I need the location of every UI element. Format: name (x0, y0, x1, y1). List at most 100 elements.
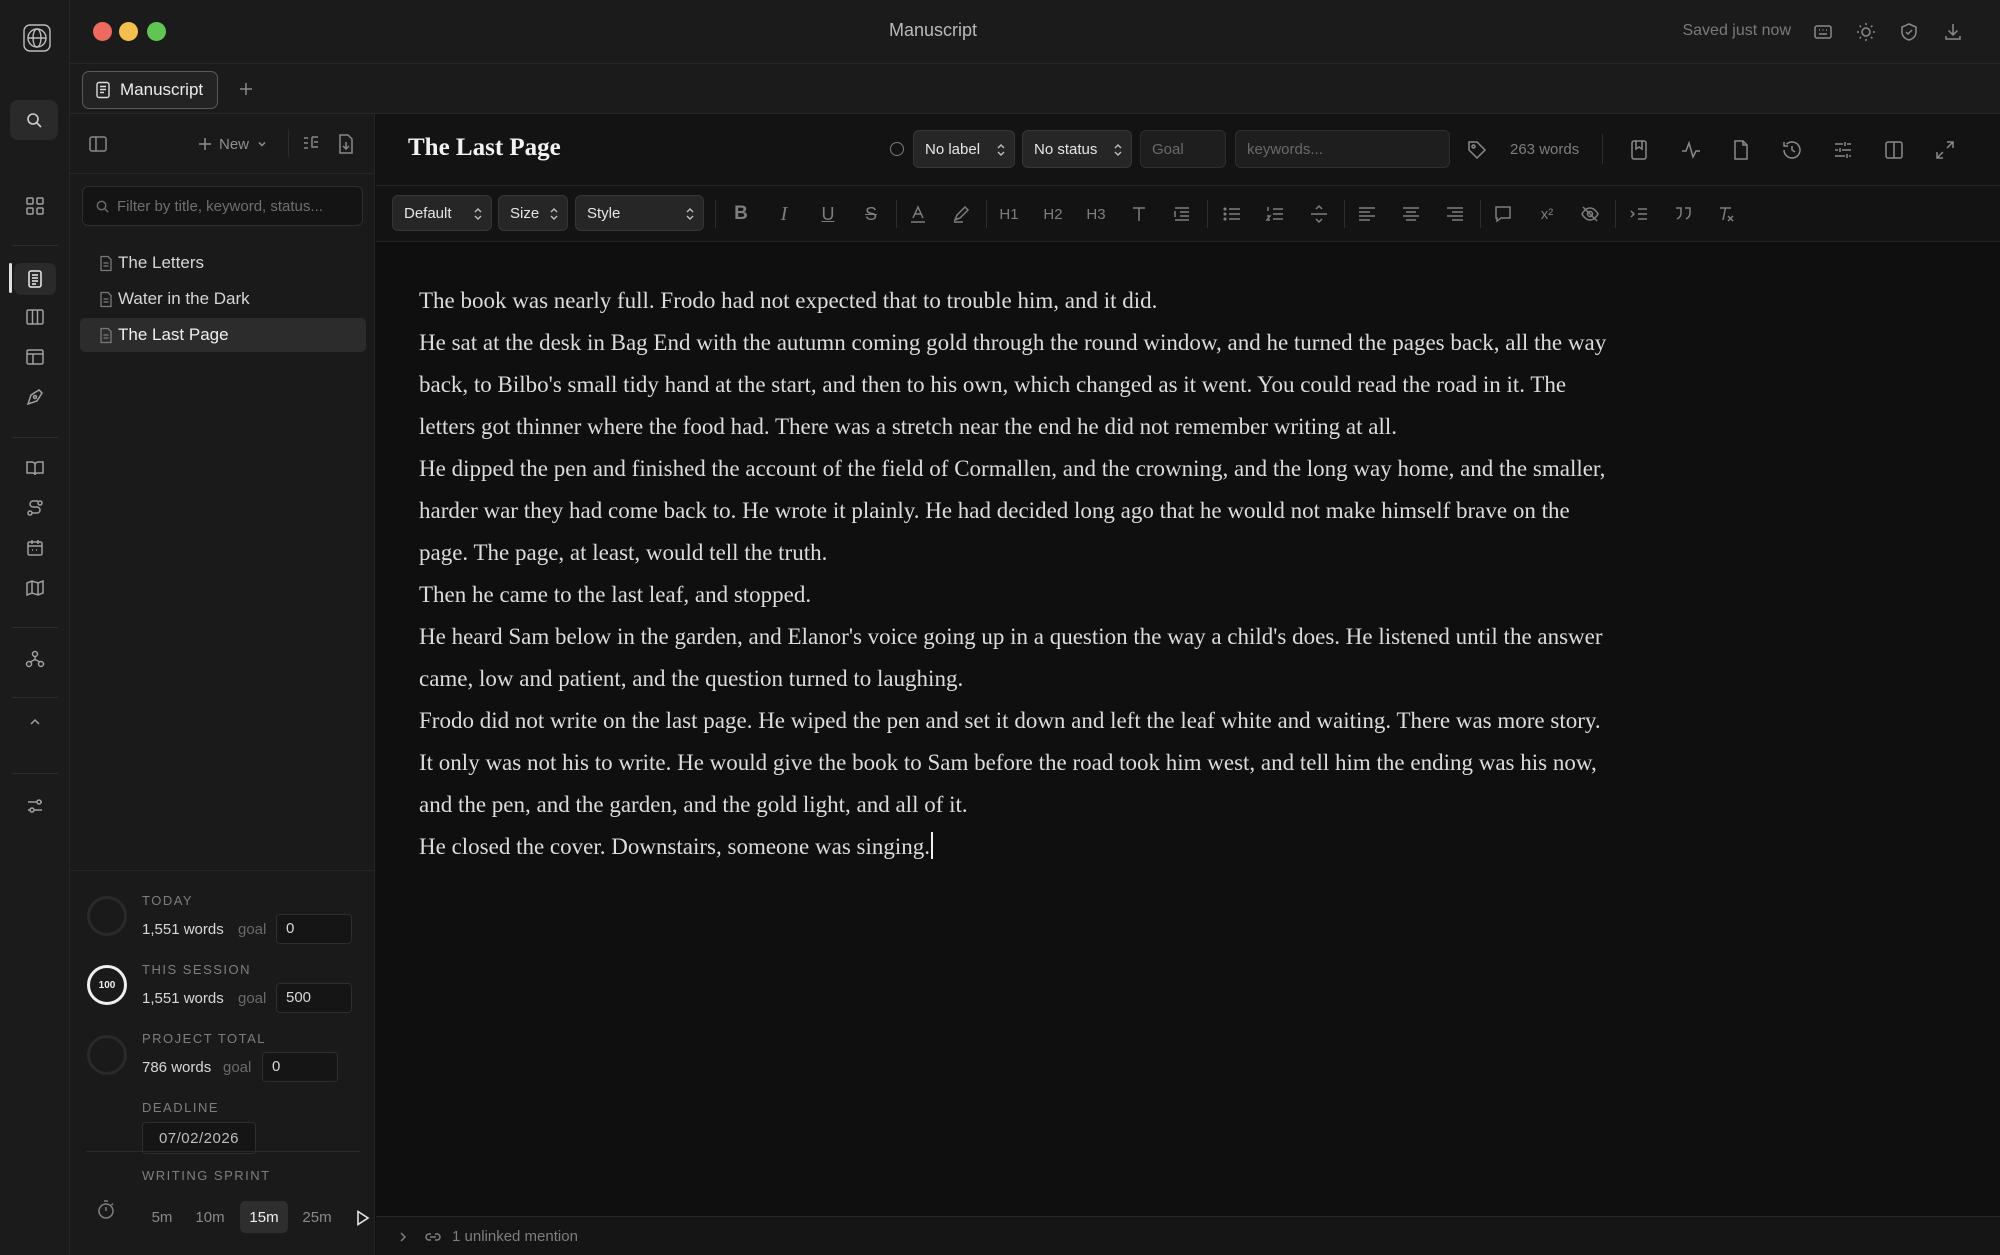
import-file-icon[interactable] (336, 133, 356, 155)
chevron-up-icon[interactable] (20, 707, 50, 737)
text-style-select[interactable]: Style (575, 195, 704, 231)
italic-icon[interactable]: I (773, 203, 795, 225)
align-center-icon[interactable] (1400, 203, 1422, 225)
goal-input[interactable]: Goal (1140, 130, 1226, 168)
search-icon[interactable] (10, 100, 58, 140)
project-goal-input[interactable]: 0 (262, 1052, 338, 1082)
document-item-active[interactable]: The Last Page (80, 318, 366, 352)
activity-pulse-icon[interactable] (1680, 139, 1702, 161)
sprint-option-25m[interactable]: 25m (294, 1201, 340, 1233)
title-bar: Manuscript Saved just now (0, 0, 2000, 64)
word-count: 263 words (1510, 141, 1580, 158)
today-goal-input[interactable]: 0 (276, 914, 352, 944)
map-icon[interactable] (20, 573, 50, 603)
deadline-date-field[interactable]: 07/02/2026 (142, 1122, 256, 1154)
paragraph[interactable]: The book was nearly full. Frodo had not … (419, 280, 1609, 322)
heading-3-icon[interactable]: H3 (1085, 203, 1107, 225)
session-goal-input[interactable]: 500 (276, 983, 352, 1013)
book-open-icon[interactable] (20, 453, 50, 483)
paragraph[interactable]: Frodo did not write on the last page. He… (419, 700, 1609, 826)
bold-icon[interactable]: B (730, 203, 752, 225)
manuscript-text[interactable]: The book was nearly full. Frodo had not … (419, 280, 1609, 868)
shield-check-icon[interactable] (1898, 21, 1920, 43)
outdent-icon[interactable] (1628, 203, 1650, 225)
horizontal-rule-icon[interactable] (1308, 203, 1330, 225)
superscript-icon[interactable]: x² (1536, 203, 1558, 225)
quote-icon[interactable] (1672, 203, 1694, 225)
editor-area[interactable]: The book was nearly full. Frodo had not … (376, 242, 2000, 1216)
manuscript-view-icon[interactable] (14, 263, 56, 295)
split-view-icon[interactable] (1883, 139, 1905, 161)
session-label: THIS SESSION (142, 962, 252, 977)
label-color-icon (890, 142, 904, 156)
calendar-icon[interactable] (20, 533, 50, 563)
pen-tool-icon[interactable] (20, 382, 50, 412)
underline-icon[interactable]: U (817, 203, 839, 225)
tag-icon[interactable] (1466, 139, 1488, 161)
tab-label: Manuscript (120, 80, 204, 99)
label-select[interactable]: No label (913, 130, 1015, 168)
highlighter-icon[interactable] (950, 203, 972, 225)
keyboard-icon[interactable] (1812, 21, 1834, 43)
today-label: TODAY (142, 893, 194, 908)
corkboard-icon[interactable] (20, 302, 50, 332)
route-icon[interactable] (20, 493, 50, 523)
heading-2-icon[interactable]: H2 (1042, 203, 1064, 225)
sprint-option-10m[interactable]: 10m (188, 1201, 232, 1233)
history-icon[interactable] (1781, 139, 1803, 161)
paragraph-style-value: Default (404, 204, 452, 222)
session-progress-ring: 100 (87, 965, 127, 1005)
comment-icon[interactable] (1492, 203, 1514, 225)
eye-off-icon[interactable] (1579, 203, 1601, 225)
paragraph[interactable]: Then he came to the last leaf, and stopp… (419, 574, 1609, 616)
align-right-icon[interactable] (1444, 203, 1466, 225)
document-item[interactable]: Water in the Dark (80, 282, 366, 316)
paragraph[interactable]: He heard Sam below in the garden, and El… (419, 616, 1609, 700)
tab-manuscript[interactable]: Manuscript (82, 71, 218, 109)
paragraph[interactable]: He dipped the pen and finished the accou… (419, 448, 1609, 574)
dashboard-icon[interactable] (20, 191, 50, 221)
text-color-icon[interactable] (907, 203, 929, 225)
adjustments-icon[interactable] (1832, 139, 1854, 161)
play-sprint-icon[interactable] (356, 1210, 370, 1226)
document-title: The Letters (118, 253, 204, 272)
new-document-button[interactable]: New (198, 131, 268, 157)
bullet-list-icon[interactable] (1221, 203, 1243, 225)
toggle-sidebar-icon[interactable] (88, 134, 108, 154)
file-page-icon[interactable] (1731, 139, 1751, 161)
clear-formatting-icon[interactable] (1715, 203, 1737, 225)
paragraph[interactable]: He sat at the desk in Bag End with the a… (419, 322, 1609, 448)
document-item[interactable]: The Letters (80, 246, 366, 280)
theme-sun-icon[interactable] (1855, 21, 1877, 43)
text-type-icon[interactable] (1128, 203, 1150, 225)
expand-icon[interactable] (1934, 139, 1956, 161)
add-tab-button[interactable] (232, 75, 260, 103)
download-icon[interactable] (1942, 21, 1964, 43)
project-total-label: PROJECT TOTAL (142, 1031, 267, 1046)
align-left-icon[interactable] (1356, 203, 1378, 225)
numbered-list-icon[interactable] (1264, 203, 1286, 225)
filter-input[interactable]: Filter by title, keyword, status... (82, 186, 363, 226)
stopwatch-icon (96, 1199, 116, 1221)
last-paragraph[interactable]: He closed the cover. Downstairs, someone… (419, 826, 1609, 868)
document-icon (95, 81, 111, 99)
strikethrough-icon[interactable]: S (860, 203, 882, 225)
settings-sliders-icon[interactable] (20, 791, 50, 821)
sprint-option-5m[interactable]: 5m (142, 1201, 182, 1233)
document-title-heading[interactable]: The Last Page (408, 134, 561, 162)
paragraph-style-select[interactable]: Default (392, 195, 492, 231)
tab-strip: Manuscript (70, 64, 2000, 114)
status-select[interactable]: No status (1022, 130, 1132, 168)
layout-icon[interactable] (20, 342, 50, 372)
network-icon[interactable] (20, 644, 50, 674)
keywords-input[interactable]: keywords... (1235, 130, 1450, 168)
block-indent-icon[interactable] (1171, 203, 1193, 225)
font-size-select[interactable]: Size (498, 195, 568, 231)
bookmark-icon[interactable] (1629, 139, 1649, 161)
updown-chevron-icon (550, 208, 558, 220)
heading-1-icon[interactable]: H1 (998, 203, 1020, 225)
sprint-option-15m[interactable]: 15m (240, 1201, 288, 1233)
mentions-bar[interactable]: 1 unlinked mention (376, 1216, 2000, 1255)
unlinked-mentions-label: 1 unlinked mention (452, 1228, 578, 1245)
sort-tree-icon[interactable] (301, 134, 321, 154)
